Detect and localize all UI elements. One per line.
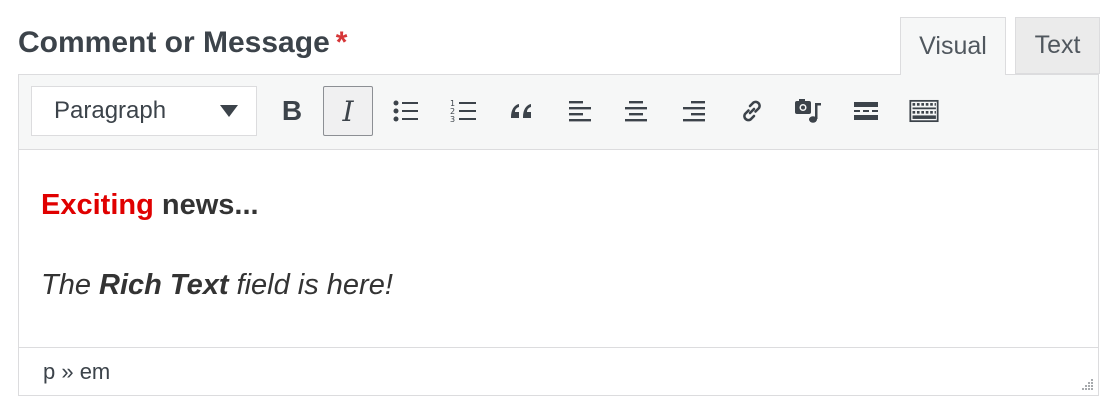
content-paragraph[interactable]: The Rich Text field is here! [41, 269, 393, 302]
link-icon [743, 100, 761, 122]
editor-toolbar: Paragraph B I 1 2 3 [19, 75, 1098, 150]
read-more-button[interactable] [841, 86, 891, 136]
tab-visual[interactable]: Visual [900, 17, 1006, 75]
paragraph-text-start: The [41, 269, 100, 301]
align-left-button[interactable] [555, 86, 605, 136]
align-right-icon [683, 101, 705, 122]
field-label: Comment or Message * [18, 26, 347, 60]
keyboard-icon [909, 99, 939, 123]
toolbar-toggle-button[interactable] [899, 86, 949, 136]
format-select-value: Paragraph [54, 97, 167, 124]
bold-icon: B [281, 95, 303, 126]
read-more-icon [854, 102, 878, 120]
field-label-text: Comment or Message [18, 26, 330, 59]
bulleted-list-icon [393, 100, 418, 122]
bold-button[interactable]: B [267, 86, 317, 136]
paragraph-bold-text: Rich Text [99, 269, 229, 301]
numbered-list-icon: 1 2 3 [450, 99, 476, 124]
bulleted-list-button[interactable] [381, 86, 431, 136]
svg-text:3: 3 [450, 115, 455, 124]
chevron-down-icon [220, 105, 238, 117]
align-center-icon [625, 101, 647, 122]
resize-handle-icon[interactable] [1080, 377, 1094, 391]
content-heading-line[interactable]: Exciting news... [41, 189, 259, 222]
editor-statusbar: p » em [19, 347, 1098, 395]
align-center-button[interactable] [611, 86, 661, 136]
required-marker: * [335, 26, 348, 59]
heading-rest: news... [153, 189, 259, 221]
format-select[interactable]: Paragraph [31, 86, 257, 136]
tab-text[interactable]: Text [1015, 17, 1100, 74]
media-icon [795, 99, 821, 123]
element-path[interactable]: p » em [43, 359, 110, 385]
rich-text-editor: Paragraph B I 1 2 3 Exciting news... The… [18, 74, 1099, 396]
align-left-icon [569, 101, 591, 122]
blockquote-button[interactable] [497, 86, 547, 136]
add-media-button[interactable] [783, 86, 833, 136]
blockquote-icon [511, 104, 531, 118]
paragraph-text-end: field is here! [228, 269, 393, 301]
highlighted-word: Exciting [41, 189, 154, 221]
italic-button[interactable]: I [323, 86, 373, 136]
italic-icon: I [342, 94, 354, 128]
link-button[interactable] [727, 86, 777, 136]
align-right-button[interactable] [669, 86, 719, 136]
numbered-list-button[interactable]: 1 2 3 [439, 86, 489, 136]
